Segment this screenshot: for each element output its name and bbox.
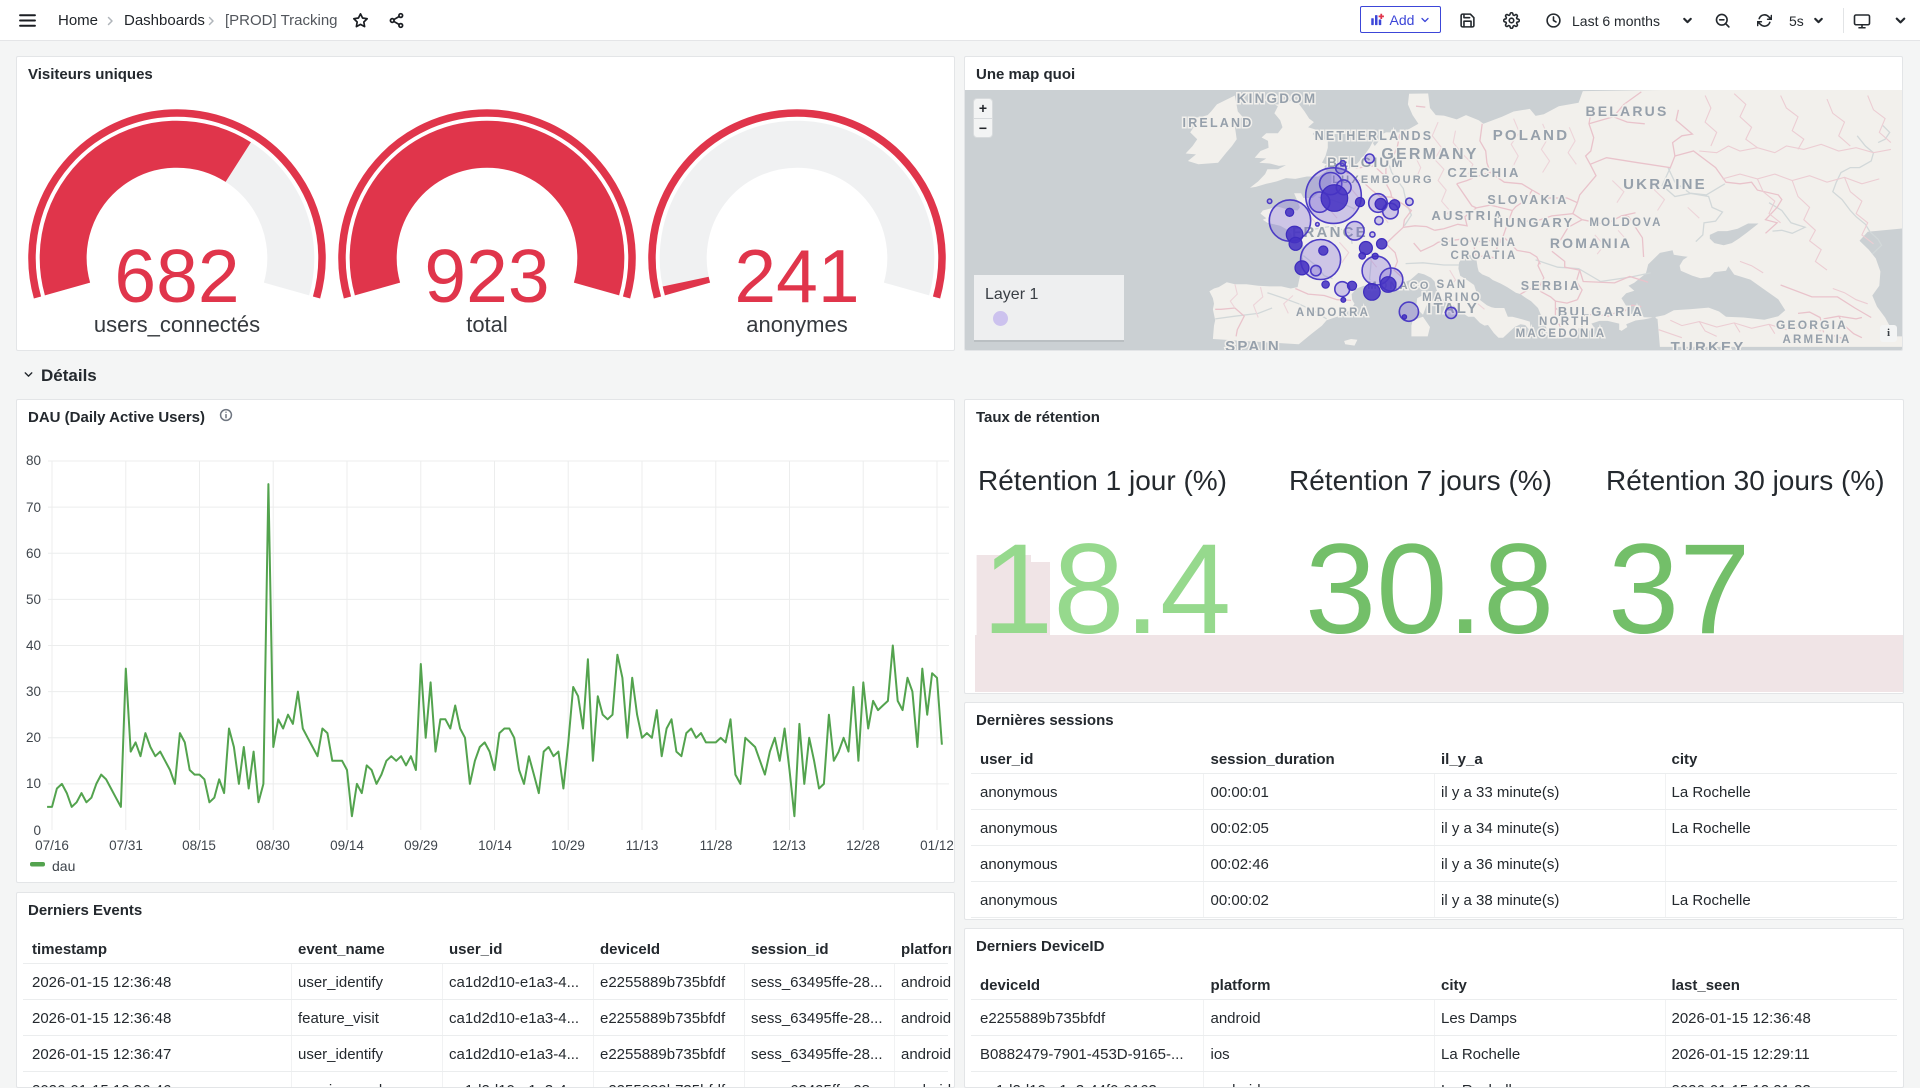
svg-text:Rétention 1 jour (%): Rétention 1 jour (%)	[978, 465, 1227, 496]
svg-text:IRELAND: IRELAND	[1183, 116, 1254, 130]
svg-text:Rétention 30 jours (%): Rétention 30 jours (%)	[1606, 465, 1885, 496]
svg-text:07/31: 07/31	[109, 838, 143, 853]
svg-text:30.8: 30.8	[1305, 518, 1554, 661]
svg-text:ANDORRA: ANDORRA	[1296, 307, 1370, 319]
svg-text:923: 923	[424, 234, 549, 318]
svg-text:NETHERLANDS: NETHERLANDS	[1315, 129, 1434, 143]
svg-text:30: 30	[26, 684, 41, 699]
svg-text:NORTH: NORTH	[1539, 316, 1591, 328]
svg-text:37: 37	[1608, 518, 1750, 661]
svg-text:UKRAINE: UKRAINE	[1623, 176, 1707, 193]
svg-text:anonymes: anonymes	[746, 312, 848, 337]
svg-text:12/28: 12/28	[846, 838, 880, 853]
svg-text:682: 682	[114, 234, 239, 318]
svg-text:11/13: 11/13	[626, 838, 659, 853]
svg-text:10/14: 10/14	[478, 838, 512, 853]
svg-text:08/30: 08/30	[256, 838, 290, 853]
svg-text:10/29: 10/29	[551, 838, 585, 853]
svg-text:SLOVENIA: SLOVENIA	[1441, 237, 1517, 249]
svg-text:ROMANIA: ROMANIA	[1550, 235, 1632, 251]
svg-text:50: 50	[26, 592, 41, 607]
svg-text:MACEDONIA: MACEDONIA	[1516, 328, 1607, 340]
svg-text:SAN: SAN	[1437, 279, 1468, 291]
svg-text:POLAND: POLAND	[1493, 127, 1570, 144]
svg-text:TURKEY: TURKEY	[1671, 339, 1746, 351]
svg-text:60: 60	[26, 546, 41, 561]
svg-text:MOLDOVA: MOLDOVA	[1589, 217, 1662, 229]
svg-text:12/13: 12/13	[772, 838, 806, 853]
svg-text:dau: dau	[52, 858, 75, 874]
svg-text:11/28: 11/28	[700, 838, 733, 853]
svg-text:40: 40	[26, 638, 41, 653]
svg-text:total: total	[466, 312, 508, 337]
svg-text:01/12: 01/12	[920, 838, 954, 853]
svg-text:HUNGARY: HUNGARY	[1494, 215, 1575, 230]
svg-text:SPAIN: SPAIN	[1225, 338, 1281, 351]
svg-text:ARMENIA: ARMENIA	[1782, 334, 1851, 346]
svg-text:users_connectés: users_connectés	[94, 312, 260, 337]
svg-text:241: 241	[734, 234, 859, 318]
svg-text:SLOVAKIA: SLOVAKIA	[1487, 193, 1568, 207]
svg-text:Rétention 7 jours (%): Rétention 7 jours (%)	[1289, 465, 1552, 496]
svg-text:0: 0	[33, 823, 41, 838]
svg-text:GEORGIA: GEORGIA	[1776, 318, 1848, 332]
svg-text:CZECHIA: CZECHIA	[1447, 165, 1520, 180]
svg-text:GERMANY: GERMANY	[1381, 146, 1478, 163]
svg-text:80: 80	[26, 453, 41, 468]
svg-text:KINGDOM: KINGDOM	[1237, 91, 1318, 106]
svg-text:10: 10	[26, 776, 41, 791]
svg-text:20: 20	[26, 730, 41, 745]
svg-text:09/29: 09/29	[404, 838, 438, 853]
svg-text:09/14: 09/14	[330, 838, 364, 853]
svg-text:SERBIA: SERBIA	[1521, 279, 1581, 293]
svg-text:CROATIA: CROATIA	[1451, 250, 1518, 262]
svg-text:BELARUS: BELARUS	[1585, 103, 1668, 119]
svg-text:07/16: 07/16	[35, 838, 69, 853]
svg-text:18.4: 18.4	[982, 518, 1231, 661]
svg-text:08/15: 08/15	[182, 838, 216, 853]
svg-text:70: 70	[26, 500, 41, 515]
